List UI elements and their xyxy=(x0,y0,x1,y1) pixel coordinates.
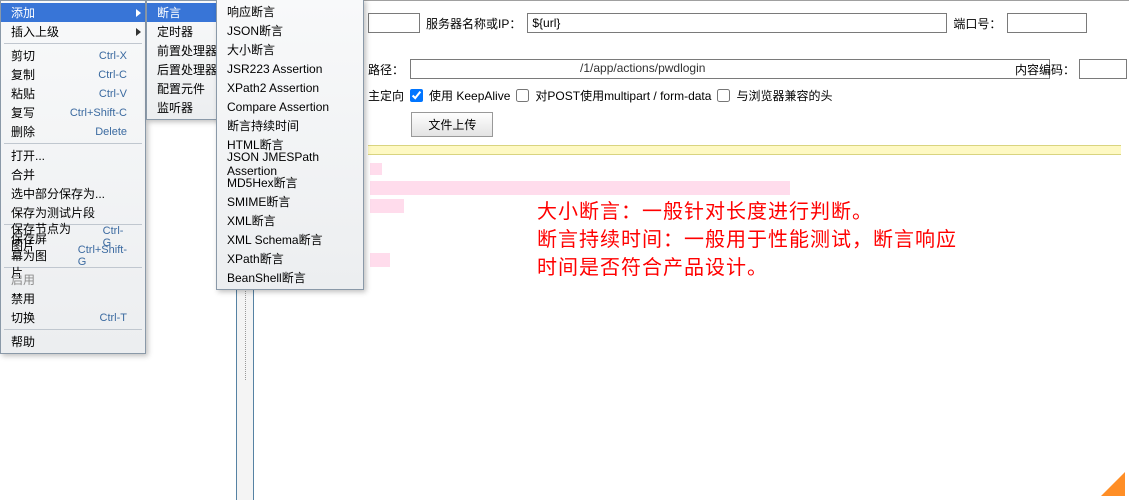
encoding-input[interactable] xyxy=(1079,59,1127,79)
assertion-item[interactable]: 大小断言 xyxy=(217,40,363,59)
port-label: 端口号： xyxy=(953,15,1001,32)
menu-item-help[interactable]: 帮助 xyxy=(1,332,145,351)
menu-item-enable: 启用 xyxy=(1,270,145,289)
menu-separator xyxy=(4,329,142,330)
keepalive-label: 使用 KeepAlive xyxy=(429,87,510,104)
menu-item-cut[interactable]: 剪切Ctrl-X xyxy=(1,46,145,65)
menu-item-copy[interactable]: 复制Ctrl-C xyxy=(1,65,145,84)
menu-item-save-screen-img[interactable]: 保存屏幕为图片Ctrl+Shift-G xyxy=(1,246,145,265)
menu-item-insert-parent[interactable]: 插入上级 xyxy=(1,22,145,41)
path-label: 路径： xyxy=(368,61,404,78)
multipart-label: 对POST使用multipart / form-data xyxy=(535,87,711,104)
assertion-item[interactable]: JSON JMESPath Assertion xyxy=(217,154,363,173)
encoding-label: 内容编码： xyxy=(1015,61,1075,78)
assertion-item[interactable]: BeanShell断言 xyxy=(217,268,363,287)
annotation-line-3: 时间是否符合产品设计。 xyxy=(537,254,957,282)
context-menu[interactable]: 添加 插入上级 剪切Ctrl-X 复制Ctrl-C 粘贴Ctrl-V 复写Ctr… xyxy=(0,0,146,354)
annotation-text: 大小断言：一般针对长度进行判断。 断言持续时间：一般用于性能测试，断言响应 时间… xyxy=(537,198,957,282)
menu-item-save-selection[interactable]: 选中部分保存为... xyxy=(1,184,145,203)
chevron-right-icon xyxy=(136,9,141,17)
keepalive-checkbox[interactable] xyxy=(410,89,423,102)
assertion-item[interactable]: 断言持续时间 xyxy=(217,116,363,135)
assertion-submenu[interactable]: 响应断言 JSON断言 大小断言 JSR223 Assertion XPath2… xyxy=(216,0,364,290)
menu-item-paste[interactable]: 粘贴Ctrl-V xyxy=(1,84,145,103)
assertion-item[interactable]: XPath断言 xyxy=(217,249,363,268)
menu-item-add[interactable]: 添加 xyxy=(1,3,145,22)
tab-file-upload[interactable]: 文件上传 xyxy=(411,112,493,137)
assertion-item[interactable]: JSON断言 xyxy=(217,21,363,40)
table-header-bar xyxy=(368,145,1121,155)
path-input[interactable] xyxy=(410,59,1050,79)
assertion-item[interactable]: MD5Hex断言 xyxy=(217,173,363,192)
menu-item-open[interactable]: 打开... xyxy=(1,146,145,165)
browser-checkbox[interactable] xyxy=(717,89,730,102)
assertion-item[interactable]: XML断言 xyxy=(217,211,363,230)
menu-item-toggle[interactable]: 切换Ctrl-T xyxy=(1,308,145,327)
assertion-item[interactable]: JSR223 Assertion xyxy=(217,59,363,78)
assertion-item[interactable]: SMIME断言 xyxy=(217,192,363,211)
menu-separator xyxy=(4,143,142,144)
menu-separator xyxy=(4,43,142,44)
assertion-item[interactable]: XPath2 Assertion xyxy=(217,78,363,97)
annotation-line-1: 大小断言：一般针对长度进行判断。 xyxy=(537,198,957,226)
page-corner-icon xyxy=(1101,472,1125,496)
server-input[interactable] xyxy=(527,13,947,33)
browser-label: 与浏览器兼容的头 xyxy=(736,87,832,104)
annotation-line-2: 断言持续时间：一般用于性能测试，断言响应 xyxy=(537,226,957,254)
redirect-label: 主定向 xyxy=(368,87,404,104)
assertion-item[interactable]: XML Schema断言 xyxy=(217,230,363,249)
server-label: 服务器名称或IP： xyxy=(426,15,521,32)
path-value: /1/app/actions/pwdlogin xyxy=(580,61,705,75)
menu-item-merge[interactable]: 合并 xyxy=(1,165,145,184)
protocol-input[interactable] xyxy=(368,13,420,33)
menu-item-disable[interactable]: 禁用 xyxy=(1,289,145,308)
menu-item-delete[interactable]: 删除Delete xyxy=(1,122,145,141)
assertion-item[interactable]: Compare Assertion xyxy=(217,97,363,116)
chevron-right-icon xyxy=(136,28,141,36)
assertion-item[interactable]: 响应断言 xyxy=(217,2,363,21)
menu-item-duplicate[interactable]: 复写Ctrl+Shift-C xyxy=(1,103,145,122)
multipart-checkbox[interactable] xyxy=(516,89,529,102)
port-input[interactable] xyxy=(1007,13,1087,33)
